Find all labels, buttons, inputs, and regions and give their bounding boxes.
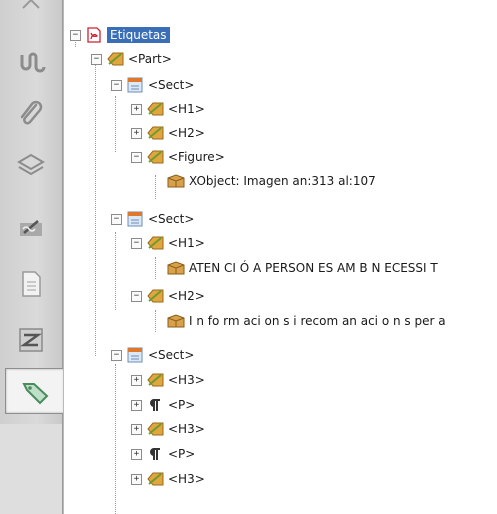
tree-label-h1-text[interactable]: ATEN CI Ó A PERSON ES AM B N ECESSI T [189,261,438,275]
signatures-icon[interactable] [6,206,56,250]
tree-node-h2[interactable]: − <H2> [131,285,205,307]
pdf-document-icon [85,26,103,44]
tree-label-h3[interactable]: <H3> [168,422,205,436]
tag-icon [146,470,164,488]
collapse-toggle-icon[interactable]: − [131,237,142,249]
tag-icon [146,124,164,142]
paragraph-icon [146,445,164,463]
tree-node-root[interactable]: − Etiquetas [70,24,170,46]
tree-node-h1[interactable]: + <H1> [131,98,205,120]
tag-icon [146,234,164,252]
section-icon [126,76,144,94]
tree-node-sect[interactable]: − <Sect> [111,74,194,96]
page-thumbnail-icon[interactable] [6,262,56,306]
tree-node-h1[interactable]: − <H1> [131,232,205,254]
collapse-toggle-icon[interactable]: − [131,290,142,302]
tree-node-p[interactable]: + <P> [131,443,195,465]
tree-node-part[interactable]: − <Part> [91,48,172,70]
tree-node-h3[interactable]: + <H3> [131,418,205,440]
collapse-toggle-icon[interactable]: − [111,213,122,225]
tree-label-h2[interactable]: <H2> [168,126,205,140]
sidebar-empty-area [0,424,62,514]
tree-node-figure[interactable]: − <Figure> [131,146,225,168]
collapse-toggle-icon[interactable]: − [131,151,142,163]
tree-node-sect[interactable]: − <Sect> [111,344,194,366]
tree-label-h1[interactable]: <H1> [168,102,205,116]
tree-label-figure[interactable]: <Figure> [168,150,225,164]
tree-label-p[interactable]: <P> [168,398,195,412]
tree-label-etiquetas[interactable]: Etiquetas [107,27,170,43]
tree-label-h1[interactable]: <H1> [168,236,205,250]
tree-label-xobject[interactable]: XObject: Imagen an:313 al:107 [189,174,376,188]
paragraph-icon [146,396,164,414]
expand-toggle-icon[interactable]: + [131,127,142,139]
expand-toggle-icon[interactable]: + [131,374,142,386]
tag-icon [146,287,164,305]
content-box-icon [167,172,185,190]
tree-label-p[interactable]: <P> [168,447,195,461]
tags-tree-panel: − Etiquetas − <Part> − <Sect> + <H1> + <… [63,0,497,514]
tree-node-sect[interactable]: − <Sect> [111,208,194,230]
expand-toggle-icon[interactable]: + [131,423,142,435]
tree-label-part[interactable]: <Part> [128,52,172,66]
section-icon [126,210,144,228]
tree-label-h2-text[interactable]: I n fo rm aci on s i recom an aci o n s … [189,314,446,328]
layers-icon[interactable] [6,142,56,186]
link-chain-icon[interactable] [6,40,56,84]
tree-label-sect[interactable]: <Sect> [148,212,194,226]
expand-toggle-icon[interactable]: + [131,399,142,411]
tree-label-h2[interactable]: <H2> [168,289,205,303]
tree-node-p[interactable]: + <P> [131,394,195,416]
collapse-toggle-icon[interactable]: − [111,349,122,361]
tree-label-h3[interactable]: <H3> [168,472,205,486]
collapse-toggle-icon[interactable]: − [111,79,122,91]
tree-node-h2[interactable]: + <H2> [131,122,205,144]
content-box-icon [167,259,185,277]
tag-icon [146,420,164,438]
expand-toggle-icon[interactable]: + [131,473,142,485]
tag-icon [146,100,164,118]
collapse-toggle-icon[interactable]: − [70,29,81,41]
navigation-sidebar [0,0,64,514]
tags-icon[interactable] [5,368,64,414]
expand-toggle-icon[interactable]: + [131,103,142,115]
expand-toggle-icon[interactable]: + [131,448,142,460]
tree-node-h3[interactable]: + <H3> [131,369,205,391]
tag-icon [146,371,164,389]
tree-label-sect[interactable]: <Sect> [148,348,194,362]
tree-node-xobject[interactable]: XObject: Imagen an:313 al:107 [167,170,376,192]
tag-icon [146,148,164,166]
content-box-icon [167,312,185,330]
tree-label-sect[interactable]: <Sect> [148,78,194,92]
section-icon [126,346,144,364]
collapse-toggle-icon[interactable]: − [91,53,102,65]
tree-node-h2-content[interactable]: I n fo rm aci on s i recom an aci o n s … [167,310,446,332]
tree-label-h3[interactable]: <H3> [168,373,205,387]
content-panel-icon[interactable] [6,318,56,362]
bookmarks-icon[interactable] [6,0,56,30]
paperclip-icon[interactable] [6,92,56,136]
tag-icon [106,50,124,68]
tree-node-h1-content[interactable]: ATEN CI Ó A PERSON ES AM B N ECESSI T [167,257,438,279]
tree-node-h3[interactable]: + <H3> [131,468,205,490]
